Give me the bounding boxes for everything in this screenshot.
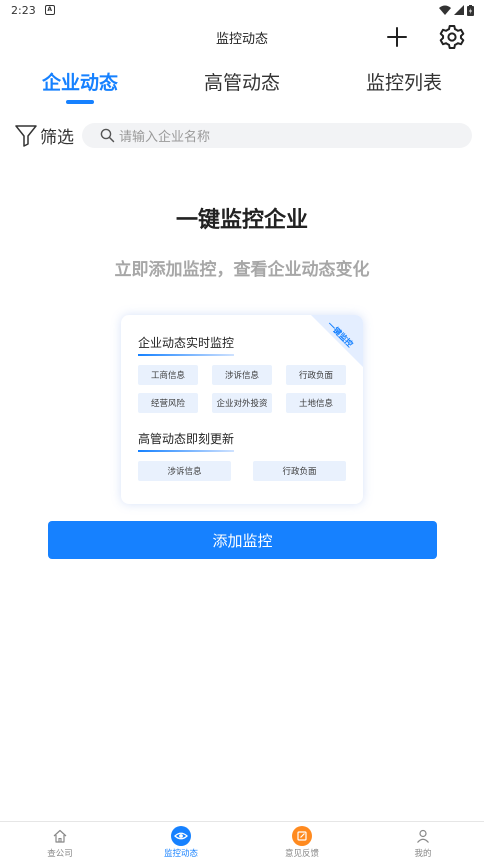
chip: 涉诉信息 bbox=[138, 461, 231, 481]
nav-label: 我的 bbox=[414, 849, 432, 859]
chip: 涉诉信息 bbox=[212, 365, 272, 385]
nav-item-profile[interactable]: 我的 bbox=[393, 826, 453, 859]
tab-executive-news[interactable]: 高管动态 bbox=[204, 68, 280, 95]
status-icons bbox=[439, 4, 474, 16]
page-title: 监控动态 bbox=[215, 32, 268, 47]
tab-indicator bbox=[66, 100, 94, 104]
home-icon bbox=[50, 826, 70, 846]
nav-item-search-company[interactable]: 查公司 bbox=[30, 826, 90, 859]
nav-item-monitor[interactable]: 监控动态 bbox=[151, 826, 211, 859]
tab-monitor-list[interactable]: 监控列表 bbox=[366, 68, 442, 95]
status-time: 2:23 bbox=[11, 3, 36, 17]
monitor-preview-card: 一键监控 企业动态实时监控 工商信息 涉诉信息 行政负面 经营风险 企业对外投资… bbox=[121, 315, 363, 504]
bottom-nav: 查公司 监控动态 意见反馈 我的 bbox=[0, 821, 484, 862]
chip: 经营风险 bbox=[138, 393, 198, 413]
section-underline bbox=[138, 354, 235, 356]
eye-icon bbox=[171, 826, 191, 846]
section-executive-title: 高管动态即刻更新 bbox=[138, 430, 235, 452]
filter-icon bbox=[15, 125, 37, 147]
wifi-icon bbox=[439, 5, 451, 15]
signal-icon bbox=[454, 5, 464, 15]
section-underline bbox=[138, 450, 235, 452]
add-icon[interactable] bbox=[385, 25, 409, 49]
section-executive-title-text: 高管动态即刻更新 bbox=[138, 432, 235, 446]
gear-icon[interactable] bbox=[439, 24, 465, 50]
user-icon bbox=[413, 826, 433, 846]
nav-label: 查公司 bbox=[47, 849, 73, 859]
hero-subline: 立即添加监控，查看企业动态变化 bbox=[114, 260, 370, 280]
search-icon bbox=[100, 128, 115, 143]
title-bar: 监控动态 bbox=[0, 20, 484, 54]
section-company-title: 企业动态实时监控 bbox=[138, 334, 235, 356]
tab-company-news[interactable]: 企业动态 bbox=[42, 68, 118, 95]
chip: 企业对外投资 bbox=[212, 393, 272, 413]
filter-button[interactable]: 筛选 bbox=[14, 122, 74, 148]
search-placeholder: 请输入企业名称 bbox=[119, 130, 211, 145]
chip: 工商信息 bbox=[138, 365, 198, 385]
status-bar: 2:23 A bbox=[0, 0, 484, 20]
notification-icon: A bbox=[44, 5, 55, 15]
search-input[interactable]: 请输入企业名称 bbox=[82, 123, 472, 148]
add-monitor-button[interactable]: 添加监控 bbox=[48, 521, 437, 559]
nav-item-feedback[interactable]: 意见反馈 bbox=[272, 826, 332, 859]
nav-label: 意见反馈 bbox=[284, 849, 319, 859]
hero-headline: 一键监控企业 bbox=[175, 208, 308, 233]
chip: 行政负面 bbox=[286, 365, 346, 385]
tab-bar: 企业动态 高管动态 监控列表 bbox=[0, 58, 484, 108]
chip: 行政负面 bbox=[253, 461, 346, 481]
nav-label: 监控动态 bbox=[163, 849, 198, 859]
battery-icon bbox=[467, 4, 474, 16]
section-company-title-text: 企业动态实时监控 bbox=[138, 336, 235, 350]
feedback-icon bbox=[292, 826, 312, 846]
chip: 土地信息 bbox=[286, 393, 346, 413]
filter-label: 筛选 bbox=[40, 127, 74, 148]
